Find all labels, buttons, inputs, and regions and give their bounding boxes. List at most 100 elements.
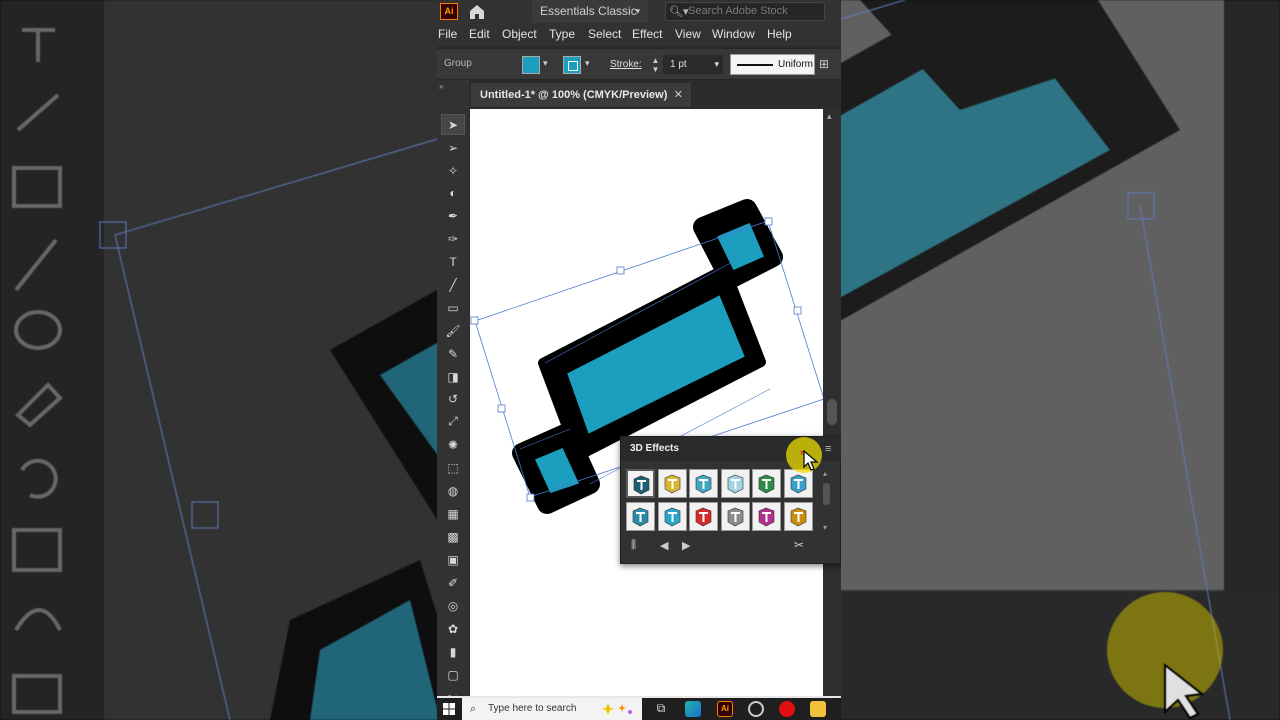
3d-effect-preview-icon (695, 474, 712, 494)
scroll-up-icon[interactable]: ▴ (823, 469, 827, 478)
3d-effect-swatch[interactable] (657, 469, 687, 498)
profile-label: Uniform (778, 59, 814, 70)
illustrator-taskbar-icon[interactable]: Ai (717, 701, 733, 717)
3d-effect-swatch[interactable] (783, 469, 813, 498)
close-icon[interactable]: ✕ (674, 83, 683, 107)
direct-selection-tool-icon[interactable]: ➢ (441, 137, 465, 158)
3d-effect-swatch[interactable] (626, 469, 655, 498)
edge-browser-icon[interactable] (685, 701, 701, 717)
chevron-down-icon[interactable]: ▾ (543, 58, 548, 69)
menu-window[interactable]: Window (712, 27, 755, 41)
shaper-tool-icon[interactable]: ✎ (441, 343, 465, 364)
chevron-down-icon[interactable]: ▾ (585, 58, 590, 69)
shape-builder-tool-icon[interactable]: ◍ (441, 480, 465, 501)
grid-options-icon[interactable]: ⊞ (819, 57, 833, 71)
scale-tool-icon[interactable]: ⤢ (441, 411, 465, 432)
symbol-sprayer-tool-icon[interactable]: ✿ (441, 618, 465, 639)
fill-color-swatch[interactable] (522, 56, 540, 74)
pen-tool-icon[interactable]: ✒ (441, 205, 465, 226)
menu-select[interactable]: Select (588, 27, 621, 41)
bounding-handle (764, 217, 773, 226)
3d-effect-preview-icon (664, 474, 680, 494)
home-icon[interactable] (468, 3, 486, 20)
variable-width-profile[interactable]: Uniform (730, 54, 815, 75)
rotate-tool-icon[interactable]: ↺ (441, 388, 465, 409)
file-explorer-icon[interactable] (810, 701, 826, 717)
library-menu-icon[interactable]: ⫼ (631, 539, 636, 552)
3d-effect-swatch[interactable] (689, 469, 718, 498)
panel-menu-icon[interactable]: ≡ (825, 443, 831, 455)
canvas-area[interactable] (470, 109, 825, 696)
paintbrush-tool-icon[interactable]: 🖌︎ (441, 320, 465, 341)
free-transform-tool-icon[interactable]: ⬚ (441, 457, 465, 478)
taskbar-search-input[interactable]: ⌕ Type here to search (462, 698, 642, 720)
scroll-thumb[interactable] (827, 399, 837, 425)
mesh-tool-icon[interactable]: ▩ (441, 526, 465, 547)
gradient-tool-icon[interactable]: ▣ (441, 549, 465, 570)
menu-type[interactable]: Type (549, 27, 575, 41)
rectangle-tool-icon[interactable]: ▭ (441, 297, 465, 318)
menu-file[interactable]: File (438, 27, 457, 41)
windows-start-icon[interactable] (443, 703, 455, 715)
menu-object[interactable]: Object (502, 27, 537, 41)
vertical-scrollbar[interactable]: ▴ (823, 109, 841, 696)
warp-tool-icon[interactable]: ✺ (441, 434, 465, 455)
next-icon[interactable]: ▶ (682, 539, 690, 552)
menu-edit[interactable]: Edit (469, 27, 490, 41)
stroke-weight-field[interactable]: 1 pt ▾ (663, 55, 723, 74)
artboard-tool-icon[interactable]: ▢ (441, 664, 465, 685)
3d-effect-swatch[interactable] (752, 469, 781, 498)
curvature-tool-icon[interactable]: ✑ (441, 228, 465, 249)
menu-effect[interactable]: Effect (632, 27, 662, 41)
stroke-color-swatch[interactable] (563, 56, 581, 74)
type-tool-icon[interactable]: T (441, 251, 465, 272)
scroll-down-icon[interactable]: ▾ (823, 523, 827, 532)
blend-tool-icon[interactable]: ◎ (441, 595, 465, 616)
3d-effects-panel-title: 3D Effects (630, 443, 679, 454)
3d-effect-swatch[interactable] (752, 502, 781, 531)
3d-effect-swatch[interactable] (720, 502, 750, 531)
3d-effect-preview-icon (727, 507, 743, 527)
artwork-svg[interactable] (470, 109, 825, 696)
screen-recorder-icon[interactable] (779, 701, 795, 717)
stroke-weight-stepper[interactable]: ▲ ▼ (650, 56, 661, 74)
3d-effect-swatch[interactable] (657, 502, 687, 531)
perspective-grid-tool-icon[interactable]: ▦ (441, 503, 465, 524)
3d-effects-swatch-grid (626, 469, 816, 535)
document-tab[interactable]: Untitled-1* @ 100% (CMYK/Preview) ✕ (471, 83, 691, 107)
menu-help[interactable]: Help (767, 27, 792, 41)
stroke-label[interactable]: Stroke: (610, 59, 642, 70)
workspace-label: Essentials Classic (540, 4, 637, 18)
control-bar: Group ▾ ▾ Stroke: ▲ ▼ 1 pt ▾ Uniform ⊞ (437, 48, 841, 80)
stock-search-input[interactable]: 🔍︎▾ Search Adobe Stock (665, 2, 825, 21)
bounding-handle (470, 316, 479, 325)
break-link-icon[interactable]: ✂ (794, 538, 804, 552)
3d-effect-swatch[interactable] (626, 502, 655, 531)
3d-effects-scrollbar[interactable]: ▴ ▾ (820, 469, 834, 535)
scroll-thumb[interactable] (823, 483, 830, 505)
collapse-panel-icon[interactable]: » (439, 82, 443, 91)
workspace-switcher[interactable]: Essentials Classic ▾ (532, 0, 648, 23)
menu-view[interactable]: View (675, 27, 701, 41)
obs-studio-icon[interactable] (748, 701, 764, 717)
eyedropper-tool-icon[interactable]: ✐ (441, 572, 465, 593)
magic-wand-tool-icon[interactable]: ✧ (441, 160, 465, 181)
task-view-icon[interactable]: ⧉ (653, 701, 669, 717)
search-highlight-icon (601, 703, 632, 715)
scroll-up-icon[interactable]: ▴ (827, 111, 832, 122)
chevron-down-icon: ▾ (635, 6, 640, 16)
lasso-tool-icon[interactable]: ◐ (441, 182, 465, 203)
artboard[interactable] (470, 109, 825, 696)
eraser-tool-icon[interactable]: ◨ (441, 366, 465, 387)
search-icon: 🔍︎▾ (669, 6, 689, 18)
stroke-weight-value: 1 pt (670, 59, 687, 70)
3d-effect-swatch[interactable] (783, 502, 813, 531)
3d-effect-preview-icon (727, 474, 743, 494)
selection-tool-icon[interactable]: ➤ (441, 114, 465, 135)
column-graph-tool-icon[interactable]: ▮ (441, 641, 465, 662)
previous-icon[interactable]: ◀ (660, 539, 668, 552)
line-tool-icon[interactable]: ╱ (441, 274, 465, 295)
3d-effect-swatch[interactable] (720, 469, 750, 498)
3d-effect-swatch[interactable] (689, 502, 718, 531)
3d-effect-preview-icon (695, 507, 712, 527)
